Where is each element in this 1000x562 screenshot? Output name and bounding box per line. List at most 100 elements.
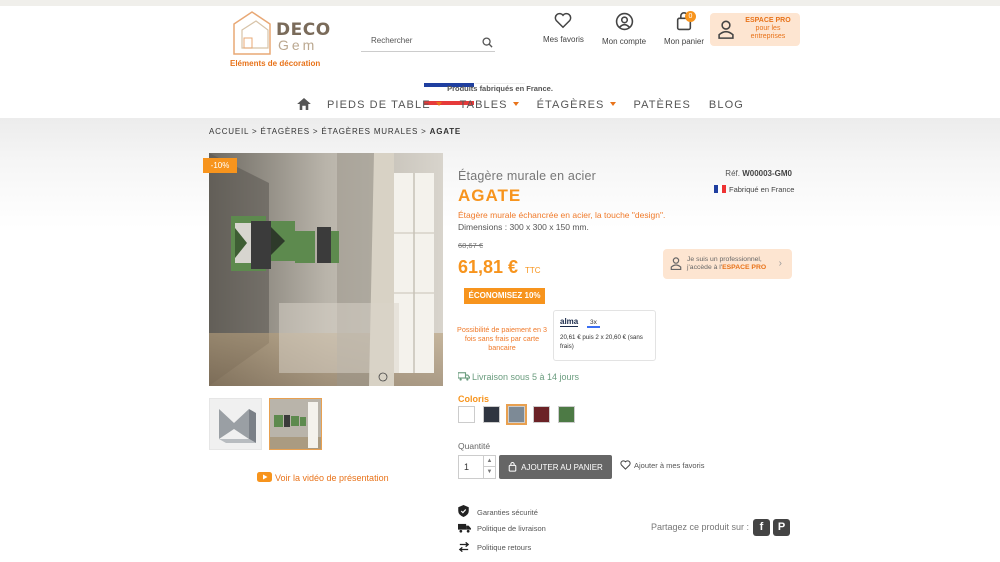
breadcrumb-current: AGATE: [429, 127, 462, 136]
cart-link[interactable]: 0 Mon panier: [664, 11, 705, 46]
pro-space-button[interactable]: ESPACE PRO pour les entreprises: [710, 13, 800, 46]
share-label: Partagez ce produit sur :: [651, 522, 750, 532]
search-bar: [361, 30, 495, 52]
add-to-favorites-button[interactable]: Ajouter à mes favoris: [620, 460, 704, 470]
thumbnail-product-shelf[interactable]: [209, 398, 262, 450]
alma-logo: alma: [560, 317, 579, 327]
nav-item-etageres[interactable]: ÉTAGÈRES: [537, 99, 616, 111]
pro-space-line2: entreprises: [750, 33, 786, 40]
made-in-france-badge: Fabriqué en France: [714, 185, 794, 194]
color-swatch[interactable]: [558, 406, 575, 423]
delivery-policy-link[interactable]: Politique de livraison: [458, 523, 546, 535]
shield-check-icon: [458, 505, 469, 517]
professional-user-icon: [670, 257, 682, 270]
chevron-down-icon: [435, 102, 442, 106]
professional-user-icon: [718, 20, 734, 39]
delivery-label: Livraison sous 5 à 14 jours: [472, 372, 580, 382]
price-suffix: TTC: [525, 266, 541, 275]
search-icon: [482, 37, 493, 48]
color-swatch[interactable]: [506, 404, 527, 425]
product-reference: Réf. W00003-GM0: [690, 169, 792, 178]
youtube-icon: [257, 472, 272, 482]
product-subtitle: Étagère murale en acier: [458, 169, 597, 183]
color-swatch[interactable]: [458, 406, 475, 423]
pro-promo-text: Je suis un professionnel, j'accède à l'E…: [687, 256, 766, 272]
quantity-decrease-button[interactable]: ▼: [483, 467, 495, 478]
cart-label: Mon panier: [664, 37, 705, 46]
guarantee-security[interactable]: Garanties sécurité: [458, 505, 538, 519]
product-title: AGATE: [458, 186, 522, 205]
pinterest-icon: P: [777, 521, 786, 533]
logo-tagline: Eléments de décoration: [230, 59, 321, 68]
color-swatch[interactable]: [533, 406, 550, 423]
shopping-bag-icon: [508, 462, 517, 472]
pro-space-line1: pour les: [755, 25, 781, 32]
made-in-france-label: Fabriqué en France: [729, 185, 795, 194]
site-logo[interactable]: DECO Gem Eléments de décoration: [226, 8, 336, 70]
nav-item-pateres[interactable]: PATÈRES: [634, 99, 691, 111]
breadcrumb-item[interactable]: ÉTAGÈRES MURALES: [321, 127, 418, 136]
product-main-image[interactable]: [209, 153, 443, 386]
nav-item-label: BLOG: [708, 99, 744, 111]
color-swatch[interactable]: [483, 406, 500, 423]
breadcrumb: ACCUEIL > ÉTAGÈRES > ÉTAGÈRES MURALES > …: [209, 127, 462, 136]
alma-installments: 20,61 € puis 2 x 20,60 € (sans frais): [560, 334, 643, 350]
nav-item-tables[interactable]: TABLES: [460, 99, 519, 111]
pro-space-promo[interactable]: Je suis un professionnel, j'accède à l'E…: [663, 249, 792, 279]
facebook-share-button[interactable]: f: [753, 519, 770, 536]
heart-icon: [554, 12, 572, 29]
made-in-france-text: Produits fabriqués en France.: [447, 84, 553, 93]
quantity-increase-button[interactable]: ▲: [483, 456, 495, 467]
color-swatches: [458, 404, 583, 425]
favorites-link[interactable]: Mes favoris: [543, 12, 584, 44]
nav-item-blog[interactable]: BLOG: [709, 99, 744, 111]
returns-policy-link[interactable]: Politique retours: [458, 541, 532, 554]
exchange-arrows-icon: [458, 541, 470, 553]
reference-label: Réf.: [725, 169, 740, 178]
returns-policy-label: Politique retours: [477, 543, 532, 552]
payment-note: Possibilité de paiement en 3 fois sans f…: [457, 325, 547, 352]
pro-space-text: ESPACE PRO pour les entreprises: [740, 17, 796, 41]
cart-count-badge: 0: [685, 11, 696, 22]
alma-payment-box[interactable]: alma 3x 20,61 € puis 2 x 20,60 € (sans f…: [553, 310, 656, 361]
discount-badge: -10%: [203, 158, 237, 173]
search-button[interactable]: [482, 35, 493, 53]
video-presentation-link[interactable]: Voir la vidéo de présentation: [257, 472, 389, 483]
product-description: Étagère murale échancrée en acier, la to…: [458, 210, 666, 220]
savings-badge: ÉCONOMISEZ 10%: [464, 288, 545, 304]
add-to-cart-button[interactable]: AJOUTER AU PANIER: [499, 455, 612, 479]
quantity-label: Quantité: [458, 441, 491, 451]
delivery-policy-label: Politique de livraison: [477, 524, 546, 533]
main-nav: PIEDS DE TABLE TABLES ÉTAGÈRES PATÈRES B…: [297, 97, 762, 113]
alma-option-3x[interactable]: 3x: [587, 319, 600, 328]
add-to-cart-label: AJOUTER AU PANIER: [521, 462, 603, 472]
pro-space-title: ESPACE PRO: [745, 17, 791, 24]
nav-item-pieds-de-table[interactable]: PIEDS DE TABLE: [327, 99, 442, 111]
home-icon: [297, 97, 311, 110]
breadcrumb-item[interactable]: ÉTAGÈRES: [261, 127, 310, 136]
chevron-right-icon: ›: [778, 258, 782, 269]
chevron-down-icon: [512, 102, 519, 106]
truck-icon: [458, 372, 470, 381]
heart-icon: [620, 460, 631, 470]
chevron-down-icon: [609, 102, 616, 106]
reference-value: W00003-GM0: [742, 169, 792, 178]
search-input[interactable]: [361, 32, 471, 45]
account-label: Mon compte: [602, 37, 647, 46]
nav-item-label: ÉTAGÈRES: [536, 99, 605, 111]
user-icon: [615, 12, 633, 31]
nav-item-label: PATÈRES: [633, 99, 691, 111]
facebook-icon: f: [759, 521, 764, 533]
account-link[interactable]: Mon compte: [602, 12, 646, 46]
video-link-label: Voir la vidéo de présentation: [275, 473, 389, 483]
breadcrumb-item[interactable]: ACCUEIL: [209, 127, 249, 136]
thumbnail-product-room[interactable]: [269, 398, 322, 450]
quantity-input[interactable]: [459, 456, 483, 472]
pro-promo-link: ESPACE PRO: [722, 264, 767, 271]
pinterest-share-button[interactable]: P: [773, 519, 790, 536]
pro-promo-line2: j'accède à l': [687, 264, 723, 271]
top-strip: [0, 0, 1000, 6]
favorites-label: Mes favoris: [543, 35, 584, 44]
old-price: 68,67 €: [458, 241, 484, 250]
nav-home[interactable]: [297, 97, 311, 113]
